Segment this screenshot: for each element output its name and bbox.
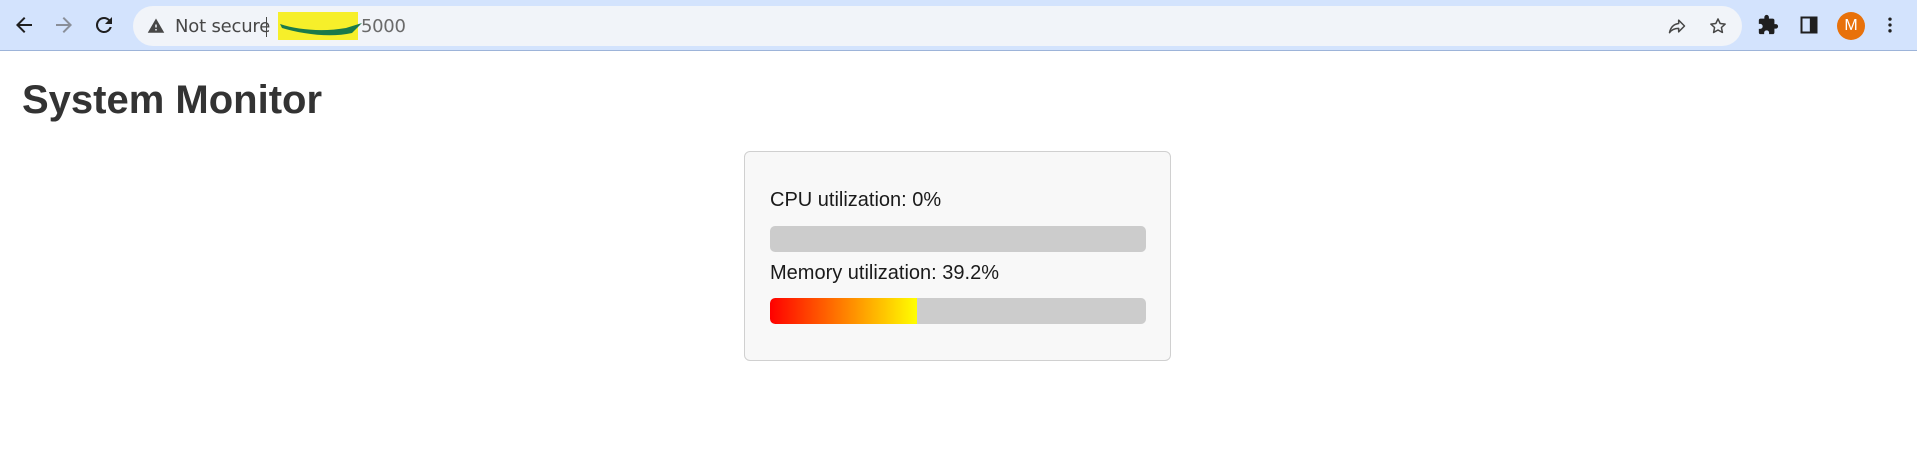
memory-utilization-label: Memory utilization: 39.2% <box>770 262 999 284</box>
back-button[interactable] <box>6 7 42 43</box>
memory-progress-bar <box>770 298 1146 324</box>
memory-progress-fill <box>770 298 918 324</box>
star-icon[interactable] <box>1707 15 1729 37</box>
side-panel-icon[interactable] <box>1795 11 1823 39</box>
forward-icon <box>56 17 72 33</box>
url-redaction-scribble <box>280 23 362 36</box>
page-title: System Monitor <box>22 78 323 122</box>
share-icon[interactable] <box>1666 15 1688 37</box>
extensions-icon[interactable] <box>1754 11 1782 39</box>
cpu-utilization-label: CPU utilization: 0% <box>770 189 942 211</box>
monitor-card: CPU utilization: 0% Memory utilization: … <box>744 151 1171 361</box>
cpu-progress-bar <box>770 226 1146 252</box>
address-bar[interactable]: Not secure 5000 <box>133 6 1742 46</box>
back-icon <box>16 17 32 33</box>
reload-icon <box>95 16 112 33</box>
reload-button[interactable] <box>86 7 122 43</box>
security-status-label[interactable]: Not secure <box>175 16 270 37</box>
profile-avatar[interactable]: M <box>1837 12 1865 40</box>
browser-toolbar: Not secure 5000 M <box>0 0 1917 51</box>
warning-icon[interactable] <box>145 15 167 37</box>
forward-button[interactable] <box>46 7 82 43</box>
menu-icon[interactable] <box>1876 11 1904 39</box>
address-separator <box>266 17 267 37</box>
